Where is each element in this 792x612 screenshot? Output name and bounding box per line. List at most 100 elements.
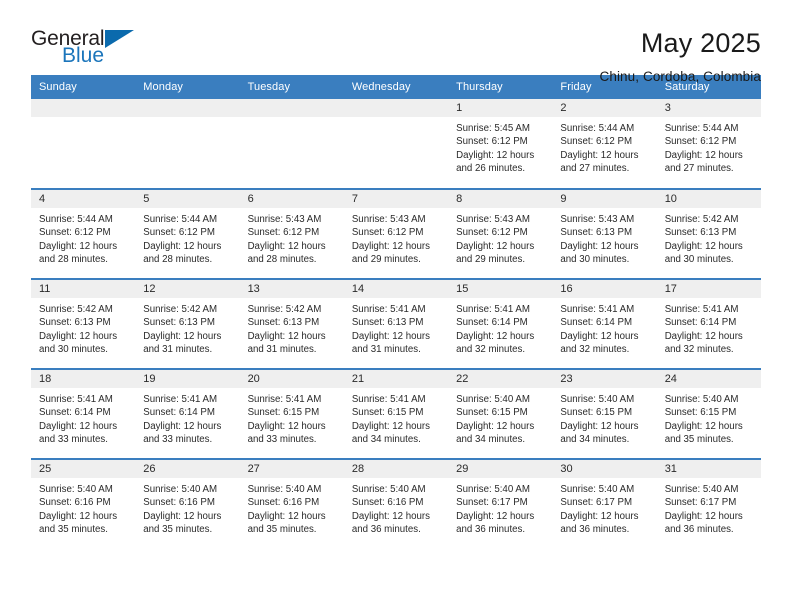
daylight-text-line1: Daylight: 12 hours [664,510,743,522]
sunrise-text: Sunrise: 5:40 AM [664,484,739,495]
sunset-text: Sunset: 6:14 PM [664,317,737,329]
sunrise-text: Sunrise: 5:41 AM [247,394,322,405]
calendar-day-cell[interactable]: 10 Sunrise: 5:42 AM Sunset: 6:13 PM Dayligh… [656,188,761,279]
day-number: 30 [552,460,657,478]
day-details: Sunrise: 5:43 AM Sunset: 6:12 PM Daylight:… [344,208,448,267]
sunset-text: Sunset: 6:17 PM [664,497,737,509]
daylight-text-line1: Daylight: 12 hours [39,240,118,252]
calendar-day-cell[interactable]: 5 Sunrise: 5:44 AM Sunset: 6:12 PM Daylight… [135,188,240,279]
calendar-day-cell[interactable]: 1 Sunrise: 5:45 AM Sunset: 6:12 PM Daylight… [448,99,553,189]
day-details: Sunrise: 5:44 AM Sunset: 6:12 PM Daylight:… [552,117,656,176]
day-number: 11 [31,280,136,298]
day-details: Sunrise: 5:41 AM Sunset: 6:14 PM Daylight:… [31,388,135,447]
calendar-day-cell[interactable]: 25 Sunrise: 5:40 AM Sunset: 6:16 PM Dayligh… [31,458,136,549]
daylight-text-line2: and 28 minutes. [247,254,317,266]
weekday-header-tuesday: Tuesday [239,75,344,99]
sunrise-text: Sunrise: 5:41 AM [143,394,218,405]
day-number: 13 [239,280,344,298]
sunrise-text: Sunrise: 5:40 AM [560,484,635,495]
sunset-text: Sunset: 6:17 PM [560,497,633,509]
calendar-day-cell[interactable]: 11 Sunrise: 5:42 AM Sunset: 6:13 PM Dayligh… [31,278,136,369]
calendar-day-cell[interactable]: 4 Sunrise: 5:44 AM Sunset: 6:12 PM Daylight… [31,188,136,279]
sunset-text: Sunset: 6:16 PM [247,497,320,509]
calendar-day-cell[interactable]: 12 Sunrise: 5:42 AM Sunset: 6:13 PM Dayligh… [135,278,240,369]
sunrise-text: Sunrise: 5:41 AM [456,304,530,315]
calendar-day-cell[interactable]: 15 Sunrise: 5:41 AM Sunset: 6:14 PM Dayligh… [448,278,553,369]
weekday-header-wednesday: Wednesday [343,75,449,99]
calendar-day-cell[interactable]: 2 Sunrise: 5:44 AM Sunset: 6:12 PM Daylight… [552,99,657,189]
day-details: Sunrise: 5:42 AM Sunset: 6:13 PM Daylight:… [31,298,135,357]
sunset-text: Sunset: 6:12 PM [664,136,737,148]
page-header: General Blue May 2025 Chinu, Cordoba, Co… [31,0,761,84]
day-details: Sunrise: 5:40 AM Sunset: 6:16 PM Daylight:… [240,478,344,537]
day-details: Sunrise: 5:40 AM Sunset: 6:16 PM Daylight:… [344,478,448,537]
sunset-text: Sunset: 6:16 PM [351,497,424,509]
sunrise-text: Sunrise: 5:41 AM [351,394,426,405]
daylight-text-line2: and 29 minutes. [456,254,526,266]
day-number [343,99,449,117]
sunrise-text: Sunrise: 5:43 AM [456,214,530,225]
daylight-text-line1: Daylight: 12 hours [351,240,430,252]
daylight-text-line1: Daylight: 12 hours [664,420,743,432]
calendar-day-cell[interactable]: 28 Sunrise: 5:40 AM Sunset: 6:16 PM Dayligh… [343,458,449,549]
calendar-day-cell[interactable]: 20 Sunrise: 5:41 AM Sunset: 6:15 PM Dayligh… [239,368,344,459]
daylight-text-line2: and 36 minutes. [664,524,734,536]
daylight-text-line2: and 35 minutes. [143,524,213,536]
calendar-day-cell[interactable]: 8 Sunrise: 5:43 AM Sunset: 6:12 PM Daylight… [448,188,553,279]
day-details: Sunrise: 5:40 AM Sunset: 6:17 PM Daylight:… [657,478,761,537]
sunset-text: Sunset: 6:13 PM [39,317,111,329]
daylight-text-line2: and 34 minutes. [456,434,526,446]
calendar-day-cell[interactable]: 26 Sunrise: 5:40 AM Sunset: 6:16 PM Dayligh… [135,458,240,549]
calendar-day-cell[interactable]: 17 Sunrise: 5:41 AM Sunset: 6:14 PM Dayligh… [656,278,761,369]
daylight-text-line1: Daylight: 12 hours [456,510,535,522]
calendar-day-cell[interactable]: 31 Sunrise: 5:40 AM Sunset: 6:17 PM Dayligh… [656,458,761,549]
daylight-text-line1: Daylight: 12 hours [247,510,326,522]
calendar-day-cell[interactable]: 29 Sunrise: 5:40 AM Sunset: 6:17 PM Dayligh… [448,458,553,549]
day-details: Sunrise: 5:43 AM Sunset: 6:13 PM Daylight:… [552,208,656,267]
day-details: Sunrise: 5:44 AM Sunset: 6:12 PM Daylight:… [31,208,135,267]
daylight-text-line2: and 32 minutes. [456,344,526,356]
calendar-day-cell[interactable]: 18 Sunrise: 5:41 AM Sunset: 6:14 PM Dayligh… [31,368,136,459]
calendar-day-cell[interactable]: 16 Sunrise: 5:41 AM Sunset: 6:14 PM Dayligh… [552,278,657,369]
calendar-day-cell[interactable]: 6 Sunrise: 5:43 AM Sunset: 6:12 PM Daylight… [239,188,344,279]
calendar-week-row: 4 Sunrise: 5:44 AM Sunset: 6:12 PM Daylight… [31,188,761,279]
day-details: Sunrise: 5:43 AM Sunset: 6:12 PM Daylight:… [240,208,344,267]
sunset-text: Sunset: 6:15 PM [456,407,528,419]
calendar-day-cell[interactable]: 19 Sunrise: 5:41 AM Sunset: 6:14 PM Dayligh… [135,368,240,459]
day-number: 12 [135,280,240,298]
calendar-day-cell[interactable]: 7 Sunrise: 5:43 AM Sunset: 6:12 PM Daylight… [343,188,449,279]
calendar-day-cell[interactable]: 3 Sunrise: 5:44 AM Sunset: 6:12 PM Daylight… [656,99,761,189]
daylight-text-line1: Daylight: 12 hours [664,240,743,252]
day-number: 17 [656,280,761,298]
calendar-cell-empty [239,99,344,189]
daylight-text-line2: and 36 minutes. [351,524,421,536]
sunset-text: Sunset: 6:12 PM [456,227,528,239]
calendar-day-cell[interactable]: 23 Sunrise: 5:40 AM Sunset: 6:15 PM Dayligh… [552,368,657,459]
sunset-text: Sunset: 6:17 PM [456,497,528,509]
day-number: 10 [656,190,761,208]
calendar-day-cell[interactable]: 13 Sunrise: 5:42 AM Sunset: 6:13 PM Dayligh… [239,278,344,369]
calendar-day-cell[interactable]: 30 Sunrise: 5:40 AM Sunset: 6:17 PM Dayligh… [552,458,657,549]
calendar-day-cell[interactable]: 21 Sunrise: 5:41 AM Sunset: 6:15 PM Dayligh… [343,368,449,459]
daylight-text-line1: Daylight: 12 hours [143,420,222,432]
daylight-text-line1: Daylight: 12 hours [456,330,535,342]
daylight-text-line1: Daylight: 12 hours [560,510,639,522]
day-details: Sunrise: 5:45 AM Sunset: 6:12 PM Daylight:… [448,117,552,176]
calendar-day-cell[interactable]: 14 Sunrise: 5:41 AM Sunset: 6:13 PM Dayligh… [343,278,449,369]
daylight-text-line1: Daylight: 12 hours [247,240,326,252]
general-blue-logo[interactable]: General Blue [31,28,146,76]
daylight-text-line2: and 30 minutes. [39,344,108,356]
sunrise-sunset-calendar: Sunday Monday Tuesday Wednesday Thursday Frid… [31,75,761,549]
day-number: 5 [135,190,240,208]
day-details: Sunrise: 5:41 AM Sunset: 6:14 PM Daylight:… [657,298,761,357]
daylight-text-line1: Daylight: 12 hours [664,330,743,342]
sunrise-text: Sunrise: 5:44 AM [39,214,113,225]
calendar-day-cell[interactable]: 24 Sunrise: 5:40 AM Sunset: 6:15 PM Dayligh… [656,368,761,459]
calendar-day-cell[interactable]: 9 Sunrise: 5:43 AM Sunset: 6:13 PM Daylight… [552,188,657,279]
day-number [239,99,344,117]
sunset-text: Sunset: 6:12 PM [456,136,528,148]
daylight-text-line2: and 32 minutes. [664,344,734,356]
calendar-day-cell[interactable]: 27 Sunrise: 5:40 AM Sunset: 6:16 PM Dayligh… [239,458,344,549]
calendar-day-cell[interactable]: 22 Sunrise: 5:40 AM Sunset: 6:15 PM Dayligh… [448,368,553,459]
sunrise-text: Sunrise: 5:42 AM [39,304,113,315]
